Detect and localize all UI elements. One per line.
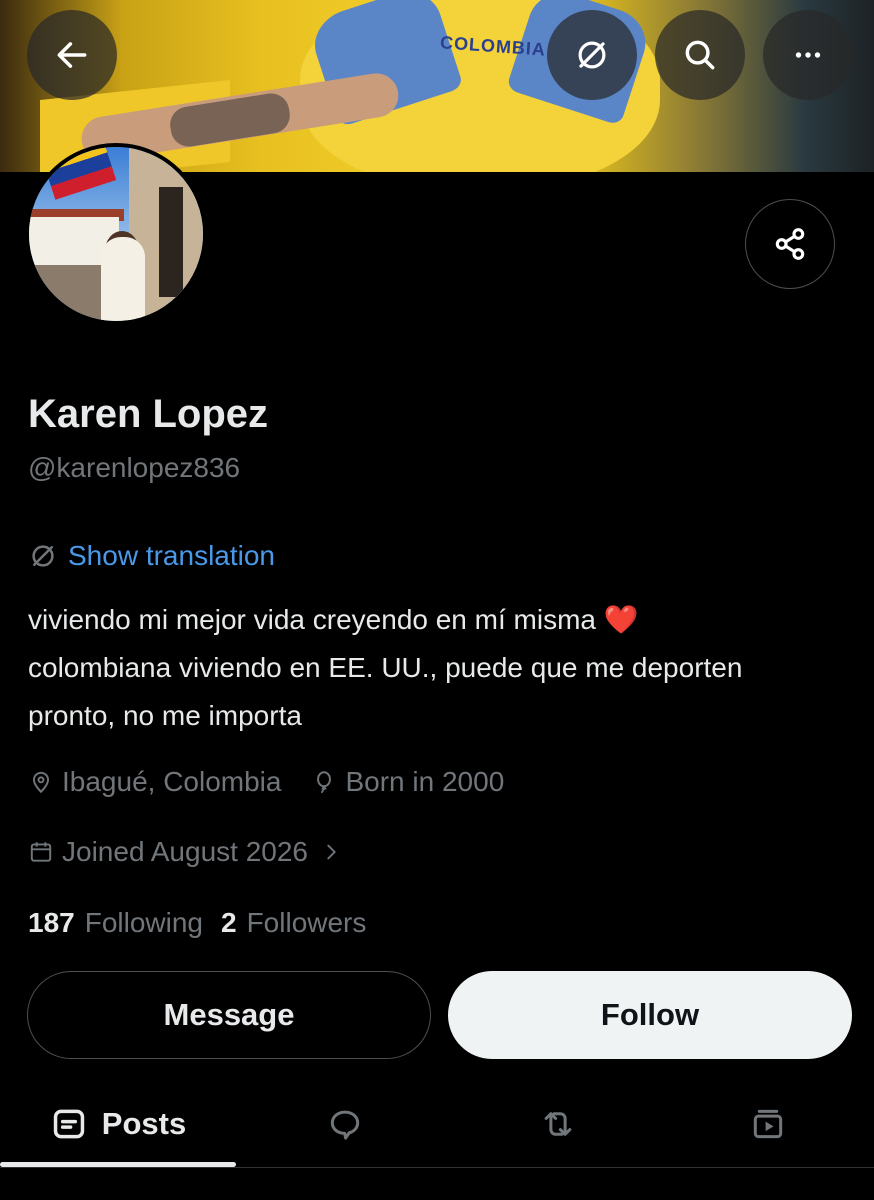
translate-icon [32,545,54,567]
following-count[interactable]: 187 [28,907,75,939]
tab-posts-label: Posts [101,1106,187,1141]
share-icon [775,228,805,260]
bio-line: colombiana viviendo en EE. UU., puede qu… [28,652,743,683]
media-icon [753,1109,783,1139]
tab-reposts[interactable] [454,1080,662,1168]
profile-location: Ibagué, Colombia [62,766,282,797]
translate-button[interactable] [547,10,637,100]
search-icon [685,40,715,70]
balloon-icon [317,771,332,793]
avatar[interactable] [25,143,207,325]
reposts-icon [544,1112,572,1136]
calendar-icon [30,842,52,862]
show-translation-link[interactable]: Show translation [28,540,275,572]
bio-line: viviendo mi mejor vida creyendo en mí mi… [28,604,639,635]
following-label[interactable]: Following [85,907,203,939]
posts-icon [53,1109,84,1139]
profile-name: Karen Lopez [28,392,269,436]
search-button[interactable] [655,10,745,100]
followers-label[interactable]: Followers [247,907,367,939]
profile-joined: Joined August 2026 [62,836,308,867]
profile-bio: viviendo mi mejor vida creyendo en mí mi… [28,596,848,740]
follow-counts: 187 Following 2 Followers [28,907,374,939]
message-button[interactable]: Message [27,971,431,1059]
chevron-right-icon [327,844,336,860]
profile-joined-row[interactable]: Joined August 2026 [28,836,342,868]
location-icon [32,771,50,794]
tab-posts[interactable]: Posts [0,1080,236,1168]
show-translation-label: Show translation [68,540,276,571]
translate-icon [578,41,606,69]
more-button[interactable] [763,10,853,100]
back-arrow-icon [57,42,87,68]
profile-meta-row: Ibagué, Colombia Born in 2000 [28,766,504,798]
tabs-divider [0,1167,874,1168]
followers-count[interactable]: 2 [221,907,237,939]
back-button[interactable] [27,10,117,100]
tab-media[interactable] [662,1080,874,1168]
profile-handle: @karenlopez836 [28,452,241,483]
follow-button[interactable]: Follow [448,971,852,1059]
share-button[interactable] [745,199,835,289]
tab-replies[interactable] [236,1080,454,1168]
profile-birth: Born in 2000 [345,766,505,797]
more-icon [795,52,821,58]
replies-icon [330,1110,360,1140]
bio-line: pronto, no me importa [28,700,302,731]
profile-tabs: Posts [0,1080,874,1168]
